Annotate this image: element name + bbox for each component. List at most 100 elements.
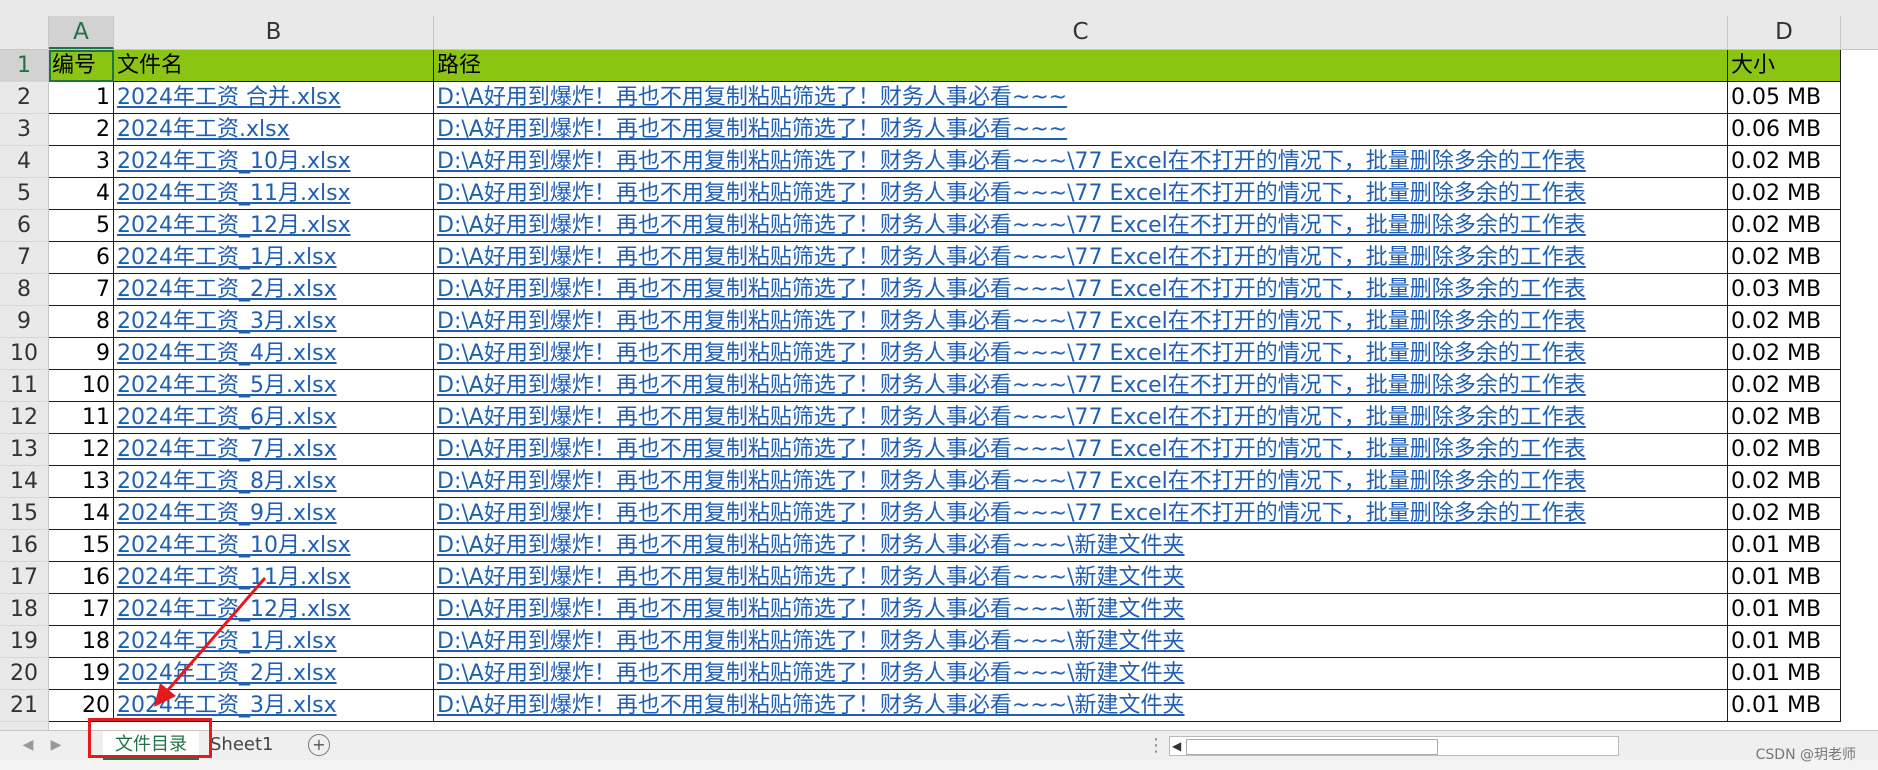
file-name-link[interactable]: 2024年工资_9月.xlsx xyxy=(114,498,434,530)
path-link[interactable]: D:\A好用到爆炸！再也不用复制粘贴筛选了！财务人事必看~~~\新建文件夹 xyxy=(434,658,1728,690)
file-name-link[interactable]: 2024年工资_12月.xlsx xyxy=(114,210,434,242)
size-cell[interactable]: 0.01 MB xyxy=(1728,626,1841,658)
column-header-d[interactable]: D xyxy=(1728,16,1841,49)
id-cell[interactable]: 13 xyxy=(49,466,114,498)
row-header[interactable]: 17 xyxy=(0,562,48,594)
id-cell[interactable]: 11 xyxy=(49,402,114,434)
path-link[interactable]: D:\A好用到爆炸！再也不用复制粘贴筛选了！财务人事必看~~~ xyxy=(434,82,1728,114)
path-link[interactable]: D:\A好用到爆炸！再也不用复制粘贴筛选了！财务人事必看~~~\77 Excel… xyxy=(434,434,1728,466)
size-cell[interactable]: 0.02 MB xyxy=(1728,402,1841,434)
splitter-dots-icon[interactable]: ⋮ xyxy=(1147,735,1165,756)
size-cell[interactable]: 0.01 MB xyxy=(1728,562,1841,594)
row-header[interactable]: 9 xyxy=(0,306,48,338)
id-cell[interactable]: 17 xyxy=(49,594,114,626)
row-header[interactable]: 8 xyxy=(0,274,48,306)
row-header[interactable]: 4 xyxy=(0,146,48,178)
path-link[interactable]: D:\A好用到爆炸！再也不用复制粘贴筛选了！财务人事必看~~~\77 Excel… xyxy=(434,402,1728,434)
file-name-link[interactable]: 2024年工资_1月.xlsx xyxy=(114,242,434,274)
column-header-c[interactable]: C xyxy=(434,16,1728,49)
path-link[interactable]: D:\A好用到爆炸！再也不用复制粘贴筛选了！财务人事必看~~~\77 Excel… xyxy=(434,146,1728,178)
row-header[interactable]: 19 xyxy=(0,626,48,658)
row-header[interactable]: 13 xyxy=(0,434,48,466)
horizontal-scrollbar[interactable]: ◀ xyxy=(1169,736,1619,756)
row-header[interactable]: 7 xyxy=(0,242,48,274)
path-link[interactable]: D:\A好用到爆炸！再也不用复制粘贴筛选了！财务人事必看~~~\新建文件夹 xyxy=(434,690,1728,722)
path-link[interactable]: D:\A好用到爆炸！再也不用复制粘贴筛选了！财务人事必看~~~\77 Excel… xyxy=(434,466,1728,498)
add-sheet-icon[interactable]: + xyxy=(308,734,330,756)
row-header[interactable]: 14 xyxy=(0,466,48,498)
file-name-link[interactable]: 2024年工资_1月.xlsx xyxy=(114,626,434,658)
id-cell[interactable]: 6 xyxy=(49,242,114,274)
path-link[interactable]: D:\A好用到爆炸！再也不用复制粘贴筛选了！财务人事必看~~~\新建文件夹 xyxy=(434,562,1728,594)
path-link[interactable]: D:\A好用到爆炸！再也不用复制粘贴筛选了！财务人事必看~~~ xyxy=(434,114,1728,146)
file-name-link[interactable]: 2024年工资 合并.xlsx xyxy=(114,82,434,114)
size-cell[interactable]: 0.02 MB xyxy=(1728,338,1841,370)
id-cell[interactable]: 7 xyxy=(49,274,114,306)
id-cell[interactable]: 1 xyxy=(49,82,114,114)
row-header[interactable]: 10 xyxy=(0,338,48,370)
size-cell[interactable]: 0.01 MB xyxy=(1728,658,1841,690)
path-link[interactable]: D:\A好用到爆炸！再也不用复制粘贴筛选了！财务人事必看~~~\77 Excel… xyxy=(434,306,1728,338)
header-cell-name[interactable]: 文件名 xyxy=(114,50,434,82)
id-cell[interactable]: 9 xyxy=(49,338,114,370)
select-all-corner[interactable] xyxy=(0,16,49,49)
file-name-link[interactable]: 2024年工资_11月.xlsx xyxy=(114,562,434,594)
id-cell[interactable]: 5 xyxy=(49,210,114,242)
path-link[interactable]: D:\A好用到爆炸！再也不用复制粘贴筛选了！财务人事必看~~~\新建文件夹 xyxy=(434,530,1728,562)
size-cell[interactable]: 0.02 MB xyxy=(1728,210,1841,242)
file-name-link[interactable]: 2024年工资_2月.xlsx xyxy=(114,274,434,306)
file-name-link[interactable]: 2024年工资.xlsx xyxy=(114,114,434,146)
header-cell-size[interactable]: 大小 xyxy=(1728,50,1841,82)
size-cell[interactable]: 0.03 MB xyxy=(1728,274,1841,306)
file-name-link[interactable]: 2024年工资_10月.xlsx xyxy=(114,530,434,562)
size-cell[interactable]: 0.02 MB xyxy=(1728,178,1841,210)
path-link[interactable]: D:\A好用到爆炸！再也不用复制粘贴筛选了！财务人事必看~~~\77 Excel… xyxy=(434,210,1728,242)
file-name-link[interactable]: 2024年工资_12月.xlsx xyxy=(114,594,434,626)
id-cell[interactable]: 19 xyxy=(49,658,114,690)
size-cell[interactable]: 0.02 MB xyxy=(1728,146,1841,178)
id-cell[interactable]: 14 xyxy=(49,498,114,530)
id-cell[interactable]: 2 xyxy=(49,114,114,146)
size-cell[interactable]: 0.02 MB xyxy=(1728,306,1841,338)
path-link[interactable]: D:\A好用到爆炸！再也不用复制粘贴筛选了！财务人事必看~~~\77 Excel… xyxy=(434,178,1728,210)
id-cell[interactable]: 15 xyxy=(49,530,114,562)
row-header[interactable]: 15 xyxy=(0,498,48,530)
row-header[interactable]: 1 xyxy=(0,50,48,82)
size-cell[interactable]: 0.01 MB xyxy=(1728,594,1841,626)
size-cell[interactable]: 0.02 MB xyxy=(1728,498,1841,530)
row-header[interactable]: 12 xyxy=(0,402,48,434)
id-cell[interactable]: 4 xyxy=(49,178,114,210)
row-header[interactable]: 20 xyxy=(0,658,48,690)
prev-sheet-icon[interactable]: ◀ xyxy=(18,735,38,755)
path-link[interactable]: D:\A好用到爆炸！再也不用复制粘贴筛选了！财务人事必看~~~\77 Excel… xyxy=(434,370,1728,402)
column-header-a[interactable]: A xyxy=(49,16,114,49)
file-name-link[interactable]: 2024年工资_8月.xlsx xyxy=(114,466,434,498)
file-name-link[interactable]: 2024年工资_7月.xlsx xyxy=(114,434,434,466)
path-link[interactable]: D:\A好用到爆炸！再也不用复制粘贴筛选了！财务人事必看~~~\新建文件夹 xyxy=(434,594,1728,626)
size-cell[interactable]: 0.01 MB xyxy=(1728,530,1841,562)
path-link[interactable]: D:\A好用到爆炸！再也不用复制粘贴筛选了！财务人事必看~~~\77 Excel… xyxy=(434,338,1728,370)
column-header-b[interactable]: B xyxy=(114,16,434,49)
row-header[interactable]: 16 xyxy=(0,530,48,562)
size-cell[interactable]: 0.02 MB xyxy=(1728,466,1841,498)
file-name-link[interactable]: 2024年工资_11月.xlsx xyxy=(114,178,434,210)
path-link[interactable]: D:\A好用到爆炸！再也不用复制粘贴筛选了！财务人事必看~~~\77 Excel… xyxy=(434,242,1728,274)
size-cell[interactable]: 0.01 MB xyxy=(1728,690,1841,722)
row-header[interactable]: 21 xyxy=(0,690,48,722)
row-header[interactable]: 2 xyxy=(0,82,48,114)
id-cell[interactable]: 16 xyxy=(49,562,114,594)
header-cell-id[interactable]: 编号 xyxy=(49,50,114,82)
file-name-link[interactable]: 2024年工资_2月.xlsx xyxy=(114,658,434,690)
file-name-link[interactable]: 2024年工资_4月.xlsx xyxy=(114,338,434,370)
file-name-link[interactable]: 2024年工资_5月.xlsx xyxy=(114,370,434,402)
path-link[interactable]: D:\A好用到爆炸！再也不用复制粘贴筛选了！财务人事必看~~~\新建文件夹 xyxy=(434,626,1728,658)
file-name-link[interactable]: 2024年工资_10月.xlsx xyxy=(114,146,434,178)
path-link[interactable]: D:\A好用到爆炸！再也不用复制粘贴筛选了！财务人事必看~~~\77 Excel… xyxy=(434,498,1728,530)
header-cell-path[interactable]: 路径 xyxy=(434,50,1728,82)
row-header[interactable]: 3 xyxy=(0,114,48,146)
id-cell[interactable]: 3 xyxy=(49,146,114,178)
size-cell[interactable]: 0.05 MB xyxy=(1728,82,1841,114)
scrollbar-thumb[interactable] xyxy=(1186,739,1438,755)
scroll-left-icon[interactable]: ◀ xyxy=(1172,737,1181,755)
row-header[interactable]: 5 xyxy=(0,178,48,210)
